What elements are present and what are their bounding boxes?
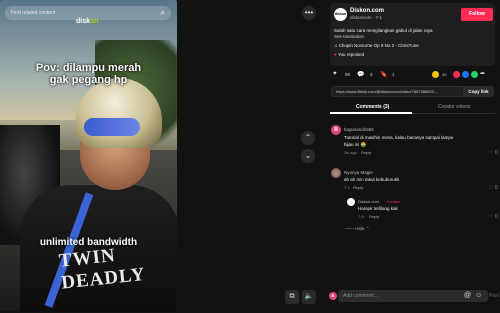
next-video-button[interactable]: ⌄ xyxy=(301,149,315,163)
hide-replies-button[interactable]: —— Hide ⌃ xyxy=(345,226,370,232)
video-player[interactable]: TWIN DEADLY Find related content ⌕ disko… xyxy=(0,0,177,311)
caption-line-2: gak pegang hp xyxy=(49,74,128,86)
search-placeholder: Find related content xyxy=(11,10,56,16)
reply-link[interactable]: Reply xyxy=(353,185,363,190)
caption-bottom: unlimited bandwidth xyxy=(39,237,138,248)
comment-icon[interactable]: 💬 xyxy=(357,71,364,78)
post-description: Salah satu cara mengilangkan gabut di ja… xyxy=(334,28,433,33)
my-avatar: B xyxy=(329,292,337,300)
reposted-row: ● You reposted xyxy=(334,52,365,57)
reply-text: Hampir terlilang kak xyxy=(358,206,398,211)
coin-icon[interactable] xyxy=(432,71,439,78)
share-arrow-icon[interactable]: ➦ xyxy=(480,70,485,77)
picture-in-picture-icon[interactable]: ⧉ xyxy=(285,290,299,304)
copy-link-button[interactable]: Copy link xyxy=(463,86,494,97)
commenter-avatar[interactable]: B xyxy=(331,125,341,135)
follow-button[interactable]: Follow xyxy=(461,8,493,21)
more-options-icon[interactable]: ••• xyxy=(302,6,316,20)
url-text: https://www.tiktok.com/@diskoncom/video/… xyxy=(336,89,438,94)
bookmark-icon[interactable]: 🔖 xyxy=(380,71,387,78)
comment-text-line2: hijau ini 😂 xyxy=(344,142,367,147)
volume-icon[interactable]: 🔈 xyxy=(302,290,316,304)
creator-handle[interactable]: diskoncom · 7-1 xyxy=(350,15,382,20)
reply-link[interactable]: Reply xyxy=(369,214,379,219)
like-count: 5K xyxy=(345,72,351,77)
caption-top: Pov: dilampu merah gak pegang hp xyxy=(0,62,177,86)
mention-icon[interactable]: @ xyxy=(464,292,471,299)
comment-text: ah ah min takut kebuburukk xyxy=(344,177,400,182)
whatsapp-icon[interactable] xyxy=(471,71,478,78)
creator-name[interactable]: Diskon.com xyxy=(350,8,384,14)
tab-indicator xyxy=(330,112,412,114)
previous-video-button[interactable]: ⌃ xyxy=(301,131,315,145)
post-comment-button[interactable]: Post xyxy=(489,293,499,299)
tiktok-viewer: TWIN DEADLY Find related content ⌕ disko… xyxy=(0,0,500,313)
comment-like-icon[interactable]: ♡ 0 xyxy=(489,150,498,156)
video-glasses xyxy=(84,118,140,136)
creator-badge: · Creator xyxy=(384,199,400,204)
tab-comments[interactable]: Comments (3) xyxy=(356,104,389,110)
caption-line-1: Pov: dilampu merah xyxy=(35,62,142,74)
facebook-icon[interactable] xyxy=(462,71,469,78)
reply-link[interactable]: Reply xyxy=(361,150,371,155)
bookmark-count: 1 xyxy=(392,72,395,77)
comment-count: 3 xyxy=(370,72,373,77)
reply-author[interactable]: Diskon.com xyxy=(358,199,379,204)
commenter-name[interactable]: bagusandri965 xyxy=(344,127,374,132)
music-row[interactable]: ♫ Chopin Nocturne Op 9 No 2 - ChrisTune xyxy=(334,43,419,48)
comment-date: 7-1 xyxy=(344,185,350,190)
search-icon[interactable]: ⌕ xyxy=(161,8,165,18)
like-icon[interactable]: ♥ xyxy=(333,71,337,77)
commenter-name[interactable]: Nyonya Magie xyxy=(344,170,373,175)
emoji-icon[interactable]: ☺ xyxy=(475,292,482,299)
comment-placeholder: Add comment... xyxy=(343,293,379,299)
comment-like-icon[interactable]: ♡ 0 xyxy=(489,185,498,191)
share-count: 43 xyxy=(442,72,447,77)
watermark-logo: diskon xyxy=(76,18,99,25)
comment-date: 3w ago xyxy=(344,150,357,155)
comment-text: Tutorial di masihin mesa, kalau bacanya … xyxy=(344,135,454,140)
creator-avatar[interactable]: diskon xyxy=(334,8,347,21)
share-red-icon[interactable] xyxy=(453,71,460,78)
reply-avatar[interactable] xyxy=(347,198,355,206)
reply-date: 7-9 xyxy=(358,214,364,219)
commenter-avatar-photo[interactable] xyxy=(331,168,341,178)
see-translation-link[interactable]: See translation xyxy=(334,34,364,39)
comment-like-icon[interactable]: ♡ 0 xyxy=(489,214,498,220)
tab-creator-videos[interactable]: Creator videos xyxy=(438,104,471,110)
